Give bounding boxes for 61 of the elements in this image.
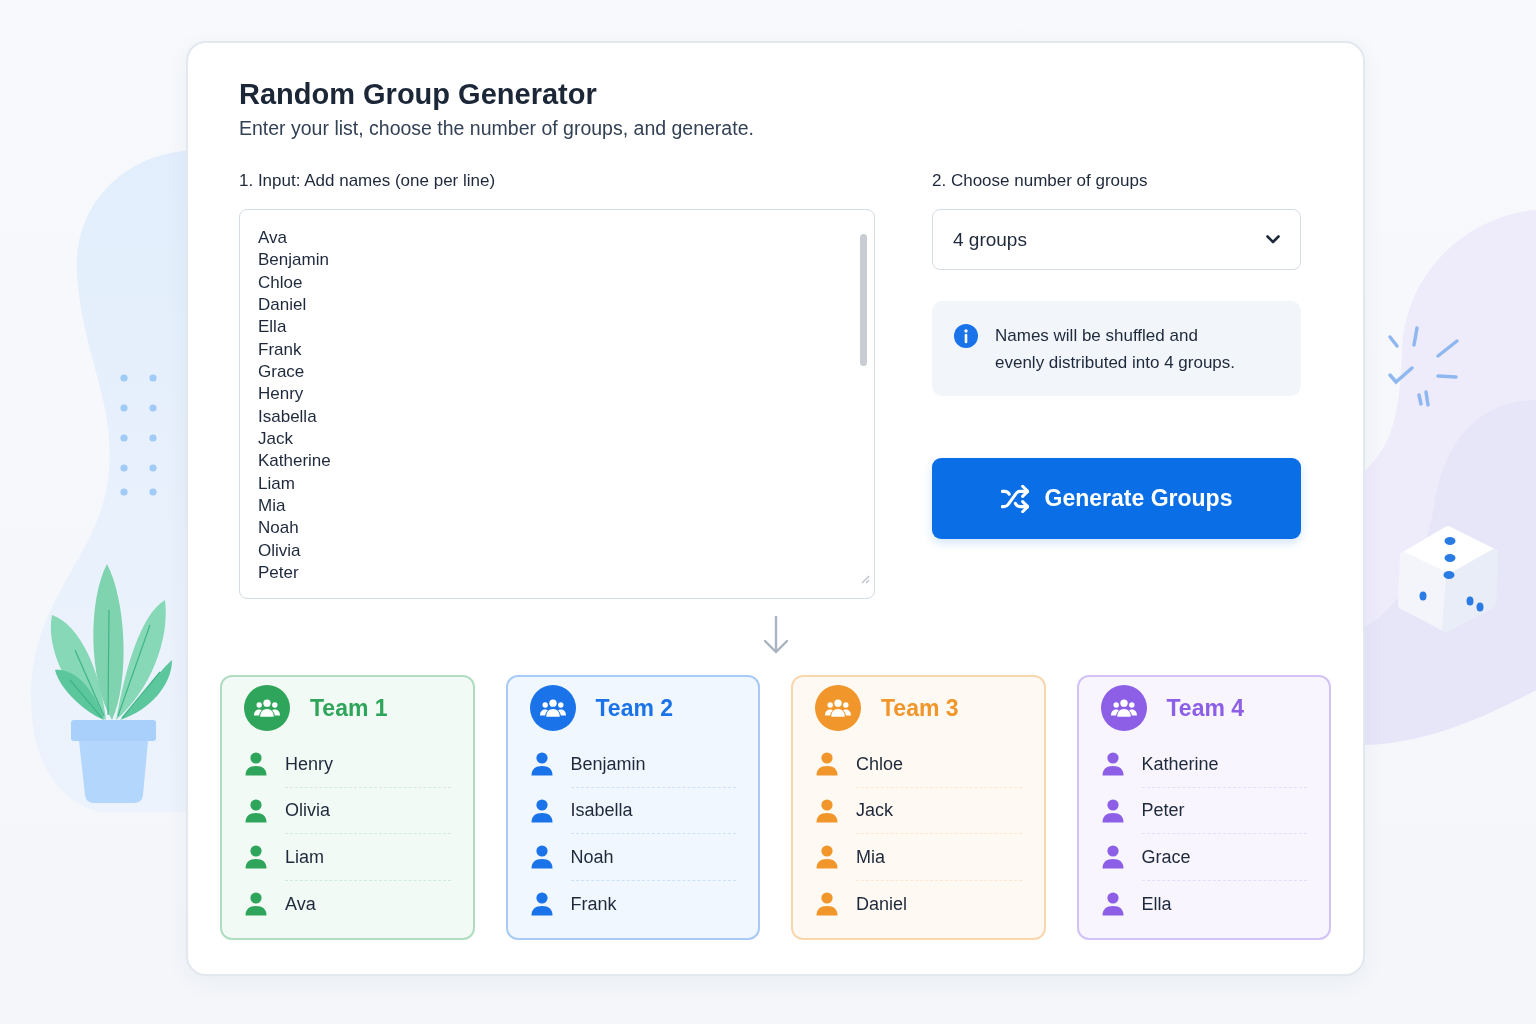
decor-dot (120, 488, 128, 496)
member-name: Isabella (570, 800, 633, 822)
person-icon (1101, 845, 1124, 870)
person-icon (1101, 798, 1124, 823)
person-icon (245, 798, 267, 823)
names-textarea[interactable]: Ava Benjamin Chloe Daniel Ella Frank Grace Henry Isabella Jack Katherine Liam Mia Noah Olivia Peter (239, 209, 875, 599)
person-icon (1101, 752, 1124, 777)
generate-groups-button[interactable]: Generate Groups (932, 458, 1301, 539)
decor-dot (149, 374, 157, 382)
decor-dot (149, 434, 157, 442)
person-icon (816, 752, 838, 777)
field-label: 2. Choose number of groups (932, 170, 1149, 192)
member-name: Daniel (856, 893, 908, 915)
member-name: Jack (856, 800, 893, 822)
burst-icon (1388, 326, 1459, 407)
decor-dot (120, 464, 128, 472)
team-title: Team 1 (310, 694, 388, 722)
person-icon (530, 752, 553, 777)
dice-icon (1398, 526, 1498, 632)
member-name: Ella (1141, 893, 1172, 915)
member-name: Benjamin (570, 753, 646, 775)
person-icon (530, 798, 553, 823)
person-icon (245, 845, 267, 870)
member-name: Katherine (1141, 753, 1219, 775)
groups-select[interactable]: 4 groups (932, 209, 1301, 270)
resize-handle-icon[interactable] (860, 574, 870, 584)
decor-dot (149, 488, 157, 496)
team-title: Team 2 (595, 694, 674, 722)
person-icon (530, 892, 553, 917)
field-label: 1. Input: Add names (one per line) (239, 170, 497, 192)
member-name: Mia (856, 847, 885, 868)
decor-dot (120, 374, 128, 382)
person-icon (1101, 892, 1124, 917)
member-name: Liam (285, 847, 324, 868)
team-title: Team 4 (1166, 694, 1245, 722)
person-icon (245, 752, 267, 777)
member-name: Henry (285, 753, 333, 775)
decor-dot (149, 404, 157, 412)
person-icon (816, 845, 838, 870)
decor-dot (120, 434, 128, 442)
page-subtitle: Enter your list, choose the number of groups, and generate. (239, 116, 755, 140)
info-icon (954, 324, 978, 348)
member-name: Peter (1141, 800, 1185, 822)
person-icon (816, 798, 838, 823)
chevron-down-icon (1266, 235, 1280, 244)
shuffle-icon (1000, 484, 1029, 513)
info-text: Names will be shuffled and evenly distributed into 4 groups. (995, 325, 1237, 374)
member-name: Chloe (856, 753, 904, 775)
member-name: Ava (285, 893, 316, 915)
team-title: Team 3 (881, 694, 959, 722)
member-name: Frank (570, 893, 617, 915)
decor-dot (149, 464, 157, 472)
person-icon (816, 892, 838, 917)
scrollbar-thumb[interactable] (860, 234, 867, 366)
member-name: Grace (1141, 847, 1191, 868)
decor-dot (120, 404, 128, 412)
page-title: Random Group Generator (239, 77, 598, 111)
person-icon (245, 892, 267, 917)
member-name: Noah (570, 847, 614, 868)
person-icon (530, 845, 553, 870)
member-name: Olivia (285, 800, 330, 822)
